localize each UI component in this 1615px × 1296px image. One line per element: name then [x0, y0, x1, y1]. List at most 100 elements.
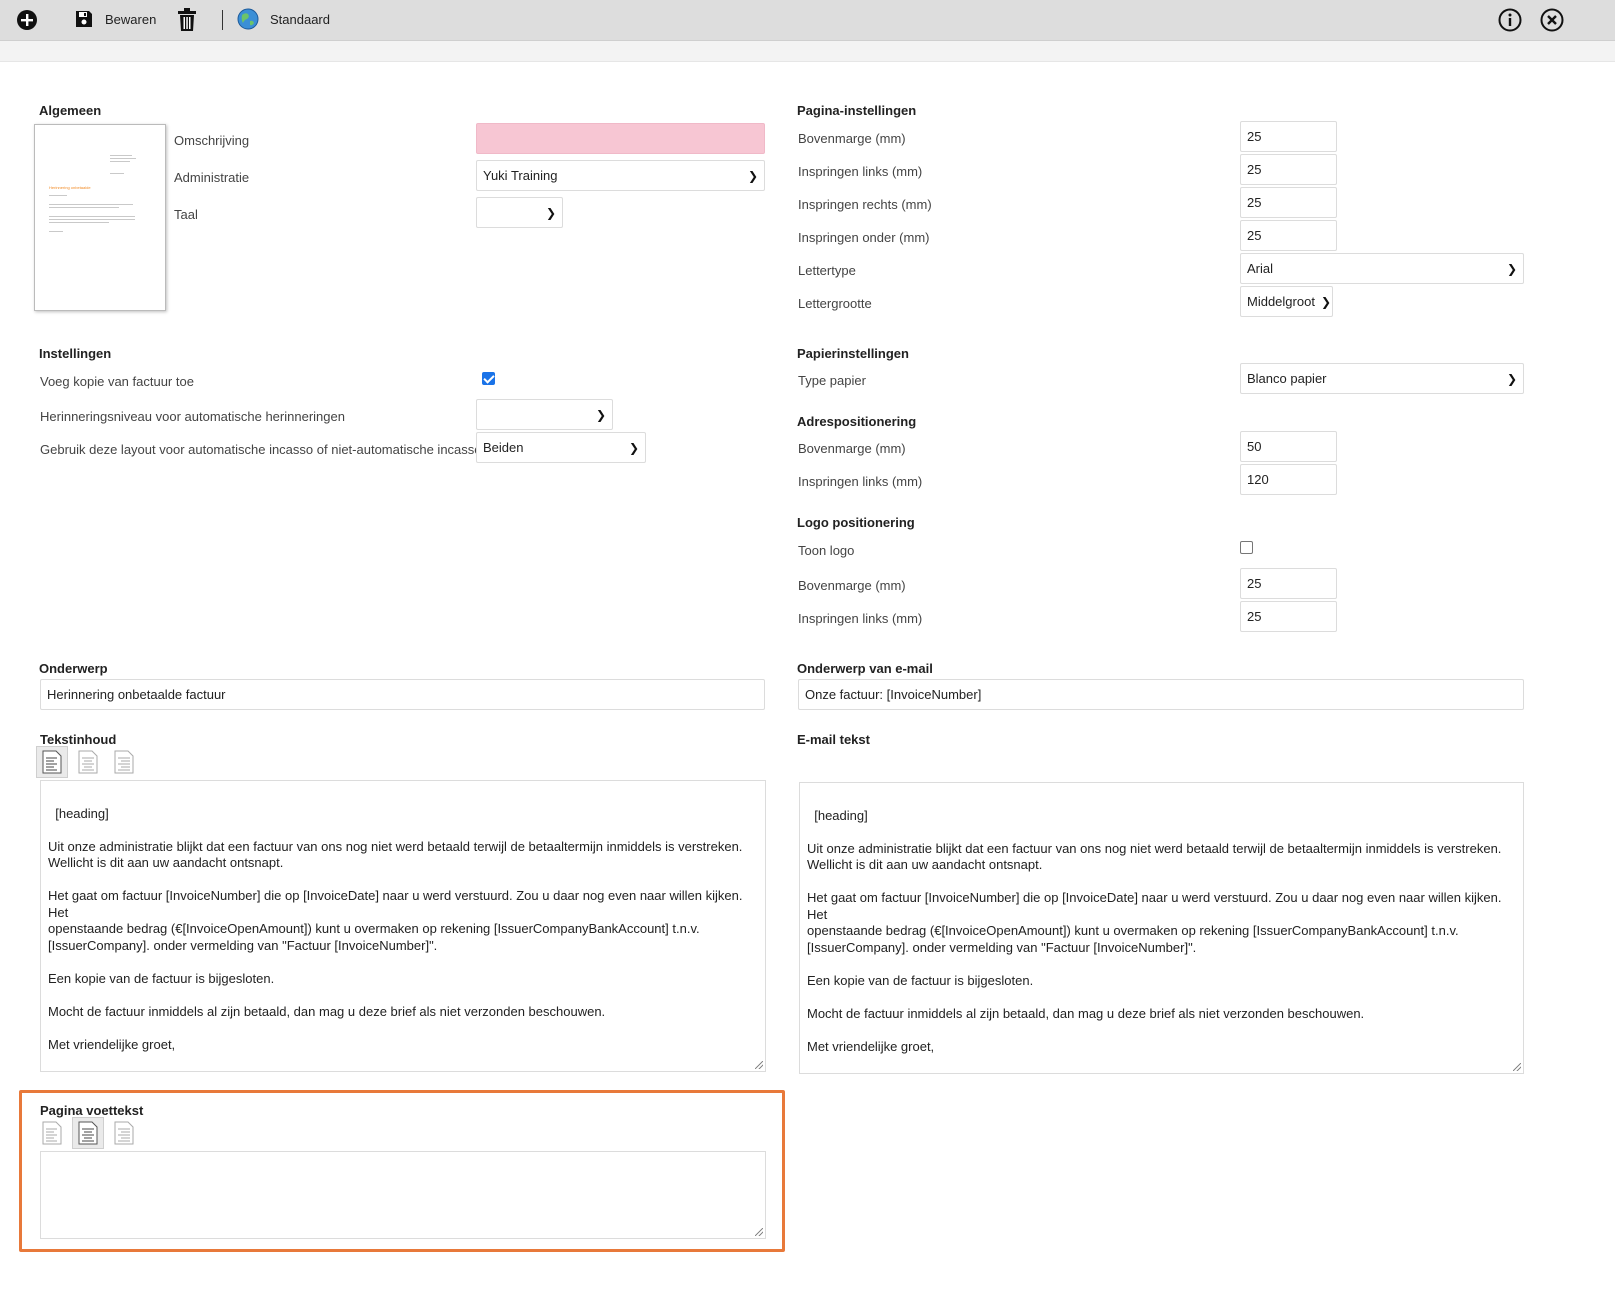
- administratie-select[interactable]: Yuki Training ❯: [476, 160, 765, 191]
- email-tekst-textarea[interactable]: [heading] Uit onze administratie blijkt …: [799, 782, 1524, 1074]
- tekstinhoud-textarea[interactable]: [heading] Uit onze administratie blijkt …: [40, 780, 766, 1072]
- omschrijving-label: Omschrijving: [174, 133, 250, 148]
- info-button[interactable]: [1498, 8, 1522, 32]
- papier-type-select[interactable]: Blanco papier ❯: [1240, 363, 1524, 394]
- save-label: Bewaren: [105, 11, 157, 27]
- logo-boven-label: Bovenmarge (mm): [798, 578, 906, 593]
- incasso-value: Beiden: [483, 440, 524, 455]
- chevron-down-icon: ❯: [747, 168, 758, 183]
- align-left-icon: [42, 1121, 62, 1145]
- lettergrootte-label: Lettergrootte: [798, 296, 872, 311]
- voettekst-heading: Pagina voettekst: [40, 1103, 144, 1118]
- align-left-icon: [42, 750, 62, 774]
- close-icon: [1540, 8, 1564, 32]
- email-tekst-text: [heading] Uit onze administratie blijkt …: [807, 807, 1502, 1074]
- incasso-select[interactable]: Beiden ❯: [476, 432, 646, 463]
- chevron-down-icon: ❯: [1320, 294, 1331, 309]
- delete-button[interactable]: [177, 8, 197, 32]
- preview-title: Herinnering onbetaalde: [49, 185, 91, 190]
- voettekst-textarea[interactable]: [40, 1151, 766, 1239]
- tekstinhoud-align-right-button[interactable]: [108, 746, 140, 778]
- resize-handle[interactable]: [1513, 1063, 1521, 1071]
- papier-type-label: Type papier: [798, 373, 866, 388]
- globe-icon: [237, 8, 259, 30]
- add-button[interactable]: [16, 9, 38, 31]
- omschrijving-input[interactable]: [476, 123, 765, 154]
- chevron-down-icon: ❯: [595, 407, 606, 422]
- taal-select[interactable]: ❯: [476, 197, 563, 228]
- tekstinhoud-text: [heading] Uit onze administratie blijkt …: [48, 805, 743, 1072]
- chevron-down-icon: ❯: [1506, 261, 1517, 276]
- niveau-label: Herinneringsniveau voor automatische her…: [40, 409, 345, 424]
- onderwerp-heading: Onderwerp: [39, 661, 108, 676]
- incasso-label: Gebruik deze layout voor automatische in…: [40, 442, 489, 457]
- toolbar: Bewaren Standaard: [0, 0, 1615, 41]
- close-button[interactable]: [1540, 8, 1564, 32]
- instellingen-heading: Instellingen: [39, 346, 112, 361]
- taal-label: Taal: [174, 207, 198, 222]
- voettekst-align-left-button[interactable]: [36, 1117, 68, 1149]
- sub-toolbar: [0, 41, 1615, 62]
- adres-boven-input[interactable]: 50: [1240, 431, 1337, 462]
- kopie-label: Voeg kopie van factuur toe: [40, 374, 194, 389]
- pagina-links-input[interactable]: 25: [1240, 154, 1337, 185]
- align-right-icon: [114, 750, 134, 774]
- onderwerp-input[interactable]: Herinnering onbetaalde factuur: [40, 679, 765, 710]
- algemeen-heading: Algemeen: [39, 103, 102, 118]
- lettertype-value: Arial: [1247, 261, 1274, 276]
- papier-type-value: Blanco papier: [1247, 371, 1327, 386]
- email-tekst-heading: E-mail tekst: [797, 732, 870, 747]
- adres-heading: Adrespositionering: [797, 414, 917, 429]
- lettergrootte-select[interactable]: Middelgroot ❯: [1240, 286, 1333, 317]
- chevron-down-icon: ❯: [628, 440, 639, 455]
- trash-icon: [178, 8, 196, 31]
- pagina-rechts-label: Inspringen rechts (mm): [798, 197, 932, 212]
- resize-handle[interactable]: [755, 1228, 763, 1236]
- tekstinhoud-align-center-button[interactable]: [72, 746, 104, 778]
- default-button[interactable]: Standaard: [237, 8, 330, 30]
- align-center-icon: [78, 1121, 98, 1145]
- pagina-links-label: Inspringen links (mm): [798, 164, 923, 179]
- default-label: Standaard: [270, 11, 330, 27]
- pagina-heading: Pagina-instellingen: [797, 103, 917, 118]
- save-icon: [76, 11, 92, 27]
- tekstinhoud-align-left-button[interactable]: [36, 746, 68, 778]
- adres-boven-label: Bovenmarge (mm): [798, 441, 906, 456]
- pagina-onder-label: Inspringen onder (mm): [798, 230, 930, 245]
- pagina-rechts-input[interactable]: 25: [1240, 187, 1337, 218]
- add-icon: [17, 10, 37, 30]
- info-icon: [1498, 8, 1522, 32]
- email-onderwerp-input[interactable]: Onze factuur: [InvoiceNumber]: [798, 679, 1524, 710]
- align-center-icon: [78, 750, 98, 774]
- email-onderwerp-heading: Onderwerp van e-mail: [797, 661, 933, 676]
- logo-links-label: Inspringen links (mm): [798, 611, 923, 626]
- papier-heading: Papierinstellingen: [797, 346, 909, 361]
- lettertype-select[interactable]: Arial ❯: [1240, 253, 1524, 284]
- logo-heading: Logo positionering: [797, 515, 915, 530]
- administratie-label: Administratie: [174, 170, 250, 185]
- niveau-select[interactable]: ❯: [476, 399, 613, 430]
- chevron-down-icon: ❯: [545, 205, 556, 220]
- logo-boven-input[interactable]: 25: [1240, 568, 1337, 599]
- align-right-icon: [114, 1121, 134, 1145]
- adres-links-label: Inspringen links (mm): [798, 474, 923, 489]
- toolbar-divider: [222, 10, 223, 30]
- lettergrootte-value: Middelgroot: [1247, 294, 1315, 309]
- layout-preview[interactable]: Herinnering onbetaalde: [34, 124, 166, 311]
- administratie-value: Yuki Training: [483, 168, 558, 183]
- voettekst-align-right-button[interactable]: [108, 1117, 140, 1149]
- pagina-bovenmarge-input[interactable]: 25: [1240, 121, 1337, 152]
- tekstinhoud-heading: Tekstinhoud: [40, 732, 117, 747]
- toon-logo-label: Toon logo: [798, 543, 855, 558]
- pagina-onder-input[interactable]: 25: [1240, 220, 1337, 251]
- adres-links-input[interactable]: 120: [1240, 464, 1337, 495]
- voettekst-align-center-button[interactable]: [72, 1117, 104, 1149]
- resize-handle[interactable]: [755, 1061, 763, 1069]
- pagina-bovenmarge-label: Bovenmarge (mm): [798, 131, 906, 146]
- save-button[interactable]: Bewaren: [74, 9, 156, 29]
- logo-links-input[interactable]: 25: [1240, 601, 1337, 632]
- kopie-checkbox[interactable]: [482, 372, 495, 385]
- toon-logo-checkbox[interactable]: [1240, 541, 1253, 554]
- lettertype-label: Lettertype: [798, 263, 856, 278]
- chevron-down-icon: ❯: [1506, 371, 1517, 386]
